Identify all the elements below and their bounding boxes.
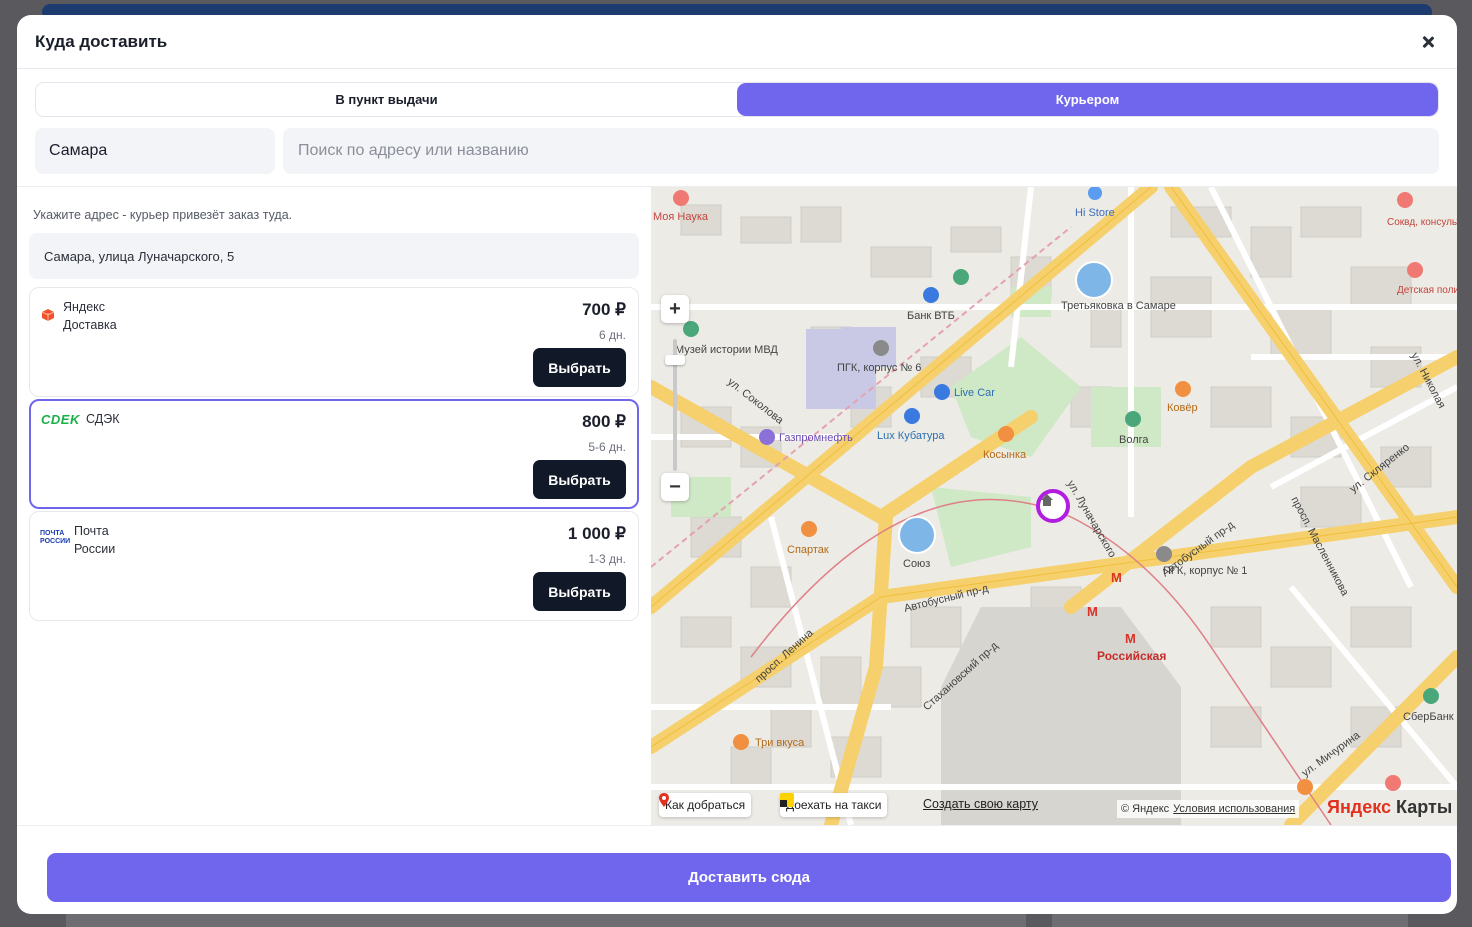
city-select[interactable]: Самара (35, 128, 275, 174)
svg-text:СберБанк: СберБанк (1403, 711, 1454, 723)
svg-text:Lux Кубатура: Lux Кубатура (877, 430, 945, 442)
close-icon[interactable] (1417, 31, 1439, 53)
svg-text:Моя Наука: Моя Наука (653, 211, 709, 223)
carrier-delivery-days: 1-3 дн. (588, 552, 626, 566)
svg-text:Союз: Союз (903, 558, 930, 570)
carrier-name: СДЭК (86, 412, 120, 426)
carrier-card-yandex[interactable]: Яндекс Доставка 700 ₽ 6 дн. Выбрать (29, 287, 639, 397)
zoom-slider-handle[interactable] (665, 355, 685, 365)
yandex-delivery-logo-icon (41, 308, 55, 327)
choose-carrier-button[interactable]: Выбрать (533, 460, 626, 499)
svg-text:Три вкуса: Три вкуса (755, 737, 805, 749)
divider (17, 825, 1457, 826)
choose-carrier-button[interactable]: Выбрать (533, 572, 626, 611)
svg-text:M: M (1087, 604, 1098, 619)
selected-address-field[interactable]: Самара, улица Луначарского, 5 (29, 233, 639, 279)
carrier-price: 1 000 ₽ (567, 524, 626, 543)
directions-button[interactable]: Как добраться (659, 793, 752, 817)
svg-text:Ковёр: Ковёр (1167, 402, 1198, 414)
russian-post-logo-icon: ПОЧТА РОССИИ (40, 530, 71, 545)
yandex-maps-logo[interactable]: Яндекс Карты (1327, 797, 1452, 818)
carrier-name: Яндекс Доставка (63, 300, 117, 332)
tab-pickup-point[interactable]: В пункт выдачи (36, 83, 737, 116)
cdek-logo-icon: CDEK (41, 412, 80, 427)
logo-main: Яндекс (1327, 797, 1392, 817)
taxi-button[interactable]: Доехать на такси (780, 793, 888, 817)
carrier-delivery-days: 6 дн. (599, 328, 626, 342)
choose-carrier-button[interactable]: Выбрать (533, 348, 626, 387)
carrier-name: Почта России (74, 524, 116, 556)
pin-icon (659, 793, 669, 807)
logo-sub: Карты (1396, 797, 1453, 817)
svg-text:Косынка: Косынка (983, 449, 1027, 461)
yandex-map[interactable]: Моя Наука Hi Store Соквд, консультативно… (651, 187, 1457, 825)
courier-hint: Укажите адрес - курьер привезёт заказ ту… (33, 208, 293, 222)
copyright-text: © Яндекс (1121, 803, 1170, 815)
terms-link[interactable]: Условия использования (1173, 803, 1295, 815)
zoom-in-button[interactable]: + (661, 295, 689, 323)
taxi-label: Доехать на такси (786, 798, 882, 812)
carrier-price: 800 ₽ (582, 412, 626, 431)
svg-text:ПГК, корпус № 6: ПГК, корпус № 6 (837, 362, 921, 374)
modal-title: Куда доставить (35, 32, 168, 51)
svg-text:Live Car: Live Car (954, 387, 995, 399)
taxi-icon (780, 793, 794, 807)
svg-text:Волга: Волга (1119, 434, 1149, 446)
svg-text:Hi Store: Hi Store (1075, 207, 1115, 219)
modal-header: Куда доставить (17, 15, 1457, 69)
carrier-card-russian-post[interactable]: ПОЧТА РОССИИ Почта России 1 000 ₽ 1-3 дн… (29, 511, 639, 621)
carrier-delivery-days: 5-6 дн. (588, 440, 626, 454)
address-search-input[interactable] (283, 128, 1439, 174)
delivery-type-tabs: В пункт выдачи Курьером (35, 82, 1439, 117)
carrier-card-cdek[interactable]: CDEK СДЭК 800 ₽ 5-6 дн. Выбрать (29, 399, 639, 509)
svg-text:Российская: Российская (1097, 649, 1166, 663)
home-location-marker-icon[interactable] (1036, 489, 1070, 523)
directions-label: Как добраться (665, 798, 746, 812)
svg-text:Банк ВТБ: Банк ВТБ (907, 310, 955, 322)
zoom-out-button[interactable]: − (661, 473, 689, 501)
svg-text:Третьяковка в Самаре: Третьяковка в Самаре (1061, 300, 1176, 312)
svg-text:M: M (1111, 570, 1122, 585)
delivery-modal: Куда доставить В пункт выдачи Курьером С… (17, 15, 1457, 914)
tab-courier[interactable]: Курьером (737, 83, 1438, 116)
svg-text:Газпромнефть: Газпромнефть (779, 432, 853, 444)
svg-text:Музей истории МВД: Музей истории МВД (675, 344, 778, 356)
deliver-here-button[interactable]: Доставить сюда (47, 853, 1451, 902)
svg-text:M: M (1125, 631, 1136, 646)
svg-text:Детская поликлиник: Детская поликлиник (1397, 285, 1457, 296)
map-copyright: © Яндекс Условия использования (1117, 800, 1300, 818)
carrier-price: 700 ₽ (582, 300, 626, 319)
svg-text:Соквд, консультативно-диагност: Соквд, консультативно-диагностическое... (1387, 217, 1457, 228)
svg-text:Спартак: Спартак (787, 544, 829, 556)
create-map-link[interactable]: Создать свою карту (923, 797, 1038, 811)
